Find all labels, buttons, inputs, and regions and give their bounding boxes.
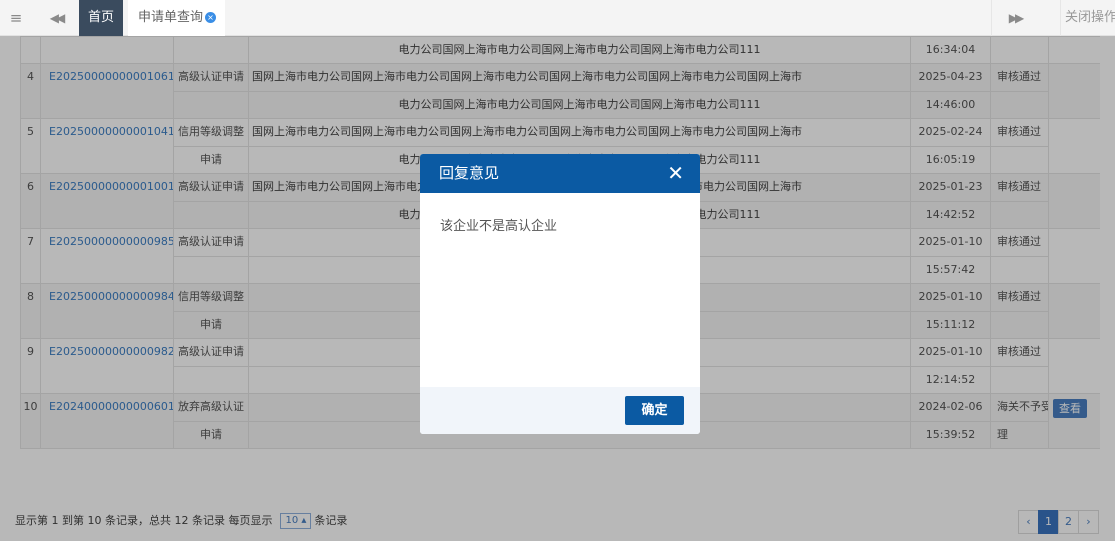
double-left-icon[interactable]: ◀◀ (44, 0, 68, 36)
menu-icon[interactable]: ≡ (2, 0, 30, 36)
tab-query-label: 申请单查询 (138, 10, 204, 25)
dialog-footer: 确定 (420, 387, 700, 434)
tab-bar: ≡ ◀◀ 首页 申请单查询 × ▶▶ 关闭操作 (0, 0, 1115, 36)
tab-home[interactable]: 首页 (79, 0, 123, 36)
close-operations-button[interactable]: 关闭操作 (1060, 0, 1115, 36)
confirm-button[interactable]: 确定 (625, 396, 684, 425)
dialog-message: 该企业不是高认企业 (440, 219, 558, 234)
dialog-header: 回复意见 ✕ (420, 154, 700, 193)
tab-divider (991, 0, 992, 36)
close-tab-icon[interactable]: × (205, 12, 217, 23)
tab-query[interactable]: 申请单查询 × (128, 0, 225, 36)
reply-dialog: 回复意见 ✕ 该企业不是高认企业 确定 (420, 154, 700, 434)
double-right-icon[interactable]: ▶▶ (1003, 0, 1027, 36)
dialog-title: 回复意见 (439, 164, 500, 182)
close-icon[interactable]: ✕ (667, 154, 684, 193)
